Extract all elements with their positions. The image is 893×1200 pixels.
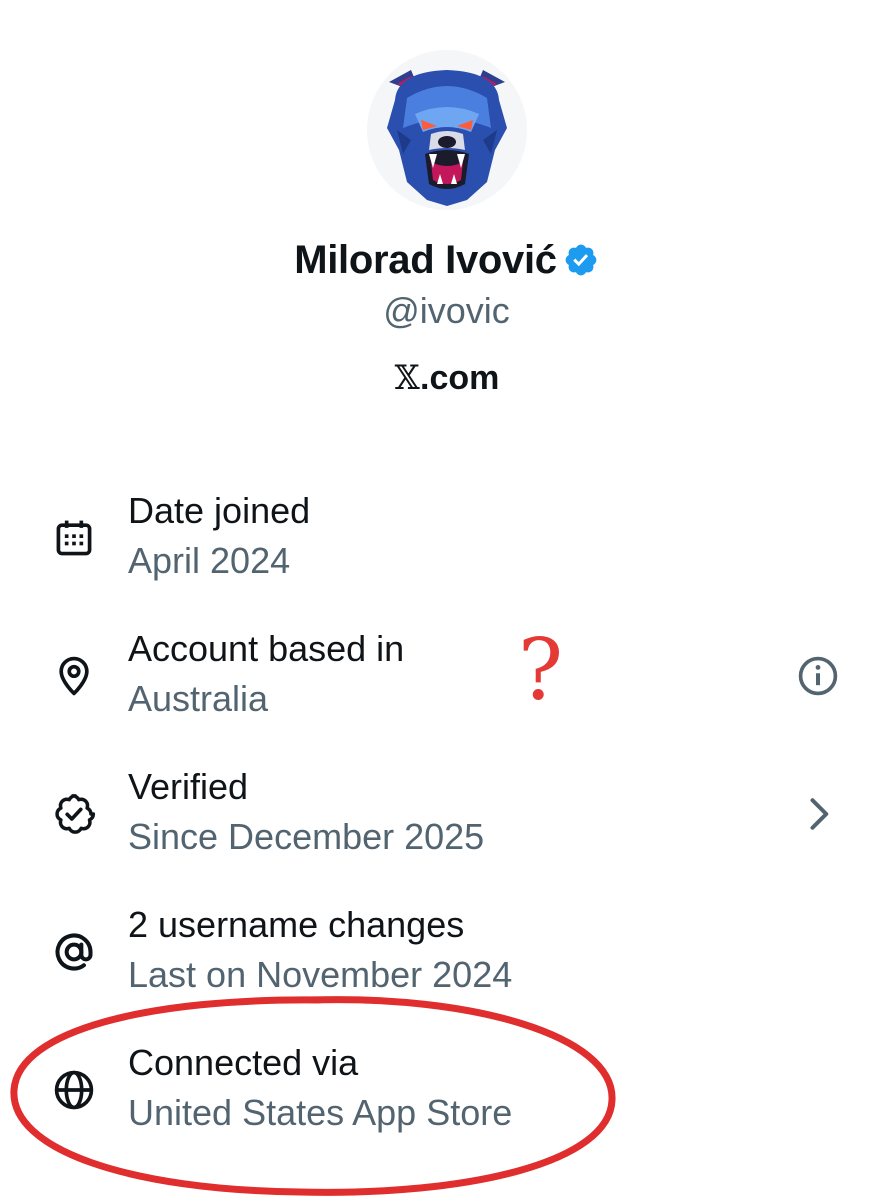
- about-item-subtitle: Australia: [128, 678, 269, 719]
- about-item-subtitle: Last on November 2024: [128, 954, 513, 995]
- about-item-date-joined: Date joined April 2024: [0, 490, 893, 610]
- about-item-username-changes: 2 username changes Last on November 2024: [0, 904, 893, 1024]
- website-link[interactable]: 𝕏.com: [0, 358, 893, 398]
- about-item-title: Connected via: [128, 1042, 359, 1083]
- username-handle: @ivovic: [383, 290, 510, 331]
- bear-avatar-image: [367, 50, 527, 210]
- profile-about-page: Milorad Ivović @ivovic 𝕏.com Date joined…: [0, 0, 893, 1200]
- calendar-icon: [56, 520, 92, 556]
- about-item-subtitle: Since December 2025: [128, 816, 485, 857]
- about-item-connected-via: Connected via United States App Store: [0, 1042, 893, 1162]
- website-link-text: .com: [420, 359, 500, 397]
- about-item-title: Account based in: [128, 628, 405, 669]
- info-icon[interactable]: [796, 654, 840, 698]
- verified-outline-icon: [55, 794, 96, 834]
- about-item-subtitle: United States App Store: [128, 1092, 513, 1133]
- about-item-title: Verified: [128, 766, 249, 807]
- about-item-verified[interactable]: Verified Since December 2025: [0, 766, 893, 886]
- chevron-right-icon[interactable]: [796, 792, 840, 836]
- question-mark-annotation: ?: [518, 621, 564, 719]
- name-row: Milorad Ivović: [0, 232, 893, 288]
- display-name: Milorad Ivović: [294, 237, 557, 282]
- about-item-title: 2 username changes: [128, 904, 465, 945]
- at-sign-icon: [55, 933, 93, 971]
- globe-icon: [54, 1070, 94, 1110]
- verified-badge-icon[interactable]: [563, 242, 599, 278]
- about-item-title: Date joined: [128, 490, 311, 531]
- x-logo-icon: 𝕏: [394, 358, 420, 398]
- about-item-account-based-in: Account based in Australia: [0, 628, 893, 748]
- avatar[interactable]: [367, 50, 527, 210]
- about-item-subtitle: April 2024: [128, 540, 291, 581]
- location-pin-icon: [59, 656, 89, 696]
